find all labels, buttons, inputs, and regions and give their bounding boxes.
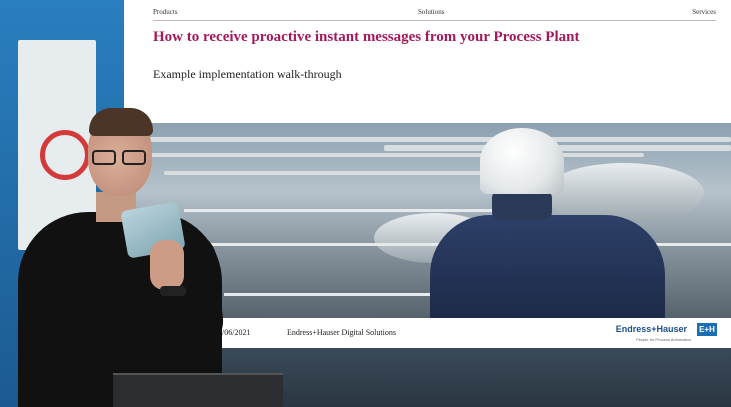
slide-title: How to receive proactive instant message…	[153, 29, 580, 45]
plant-tank	[544, 163, 704, 223]
plant-pipe	[144, 153, 644, 157]
worker-jacket	[430, 215, 665, 318]
presenter-glasses	[92, 150, 148, 165]
nav-solutions: Solutions	[418, 8, 445, 16]
slide-nav: Products Solutions Services	[153, 8, 716, 21]
laptop	[113, 373, 283, 407]
worker-helmet	[480, 128, 564, 194]
nav-products: Products	[153, 8, 178, 16]
plant-pipe	[124, 137, 731, 142]
footer-date: /06/2021	[222, 328, 251, 337]
background-device-ring	[40, 130, 90, 180]
video-frame: Products Solutions Services How to recei…	[0, 0, 731, 407]
brand-logo-text: Endress+Hauser	[615, 324, 687, 334]
presenter-hand	[150, 240, 184, 290]
footer-company: Endress+Hauser Digital Solutions	[287, 328, 396, 337]
brand-tagline: People for Process Automation	[636, 337, 691, 342]
brand-logo-icon: E+H	[697, 323, 717, 336]
slide-header: Products Solutions Services How to recei…	[124, 0, 731, 123]
worker-collar	[492, 190, 552, 220]
presenter-hair	[89, 108, 153, 136]
slide-subtitle: Example implementation walk-through	[153, 67, 342, 81]
plant-railing	[184, 209, 524, 212]
presenter-watch	[160, 286, 186, 296]
nav-services: Services	[692, 8, 716, 16]
